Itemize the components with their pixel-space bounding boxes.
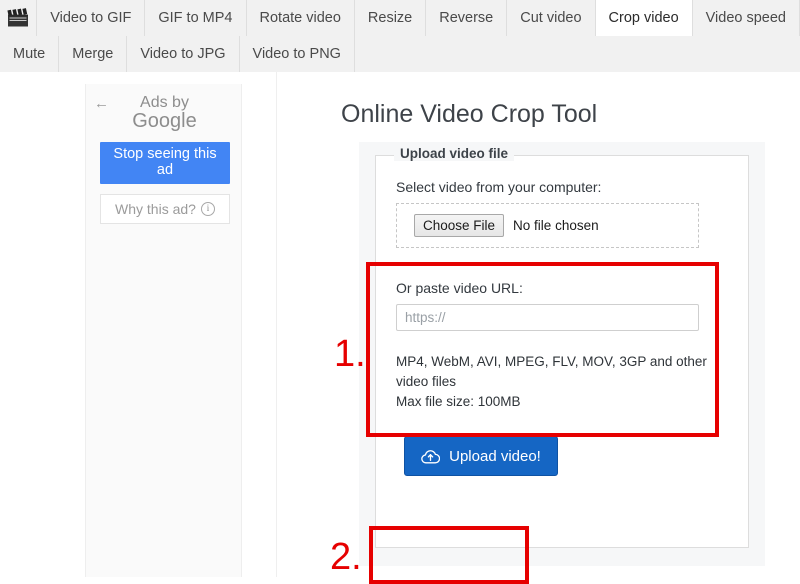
- nav-tab-cut-video[interactable]: Cut video: [507, 0, 596, 36]
- nav-row-secondary: Mute Merge Video to JPG Video to PNG: [0, 36, 800, 72]
- supported-formats-note: MP4, WebM, AVI, MPEG, FLV, MOV, 3GP and …: [396, 352, 736, 412]
- max-file-size-line: Max file size: 100MB: [396, 393, 521, 409]
- nav-tab-label: Resize: [367, 10, 413, 26]
- nav-tab-label: GIF to MP4: [158, 10, 233, 26]
- nav-tab-video-speed[interactable]: Video speed: [692, 0, 800, 36]
- nav-tab-rotate-video[interactable]: Rotate video: [246, 0, 355, 36]
- nav-tab-label: Reverse: [439, 10, 494, 26]
- ads-by-google-label: Ads by Google: [86, 94, 243, 133]
- ads-by-text: Ads by: [140, 94, 189, 111]
- nav-tab-resize[interactable]: Resize: [354, 0, 427, 36]
- nav-tab-label: Video to GIF: [50, 10, 132, 26]
- main-content-column: Online Video Crop Tool Upload video file…: [276, 72, 800, 577]
- upload-video-button-label: Upload video!: [449, 447, 541, 465]
- why-this-ad-label: Why this ad?: [115, 201, 196, 217]
- nav-row-filler: [354, 36, 800, 72]
- nav-tab-mute[interactable]: Mute: [0, 36, 60, 72]
- site-logo[interactable]: [0, 0, 38, 36]
- stop-seeing-this-ad-button[interactable]: Stop seeing this ad: [100, 142, 230, 184]
- nav-row-primary: Video to GIF GIF to MP4 Rotate video Res…: [0, 0, 800, 36]
- nav-tab-gif-to-mp4[interactable]: GIF to MP4: [145, 0, 247, 36]
- paste-url-label: Or paste video URL:: [396, 280, 523, 296]
- upload-video-button[interactable]: Upload video!: [404, 436, 558, 476]
- why-this-ad-button[interactable]: Why this ad? i: [100, 194, 230, 224]
- page-body: ← Ads by Google Stop seeing this ad Why …: [0, 72, 800, 584]
- nav-tab-label: Video to PNG: [252, 46, 341, 62]
- nav-tab-label: Mute: [13, 46, 46, 62]
- nav-tab-video-to-png[interactable]: Video to PNG: [239, 36, 355, 72]
- page-title: Online Video Crop Tool: [341, 100, 598, 128]
- info-icon: i: [200, 202, 215, 216]
- select-video-label: Select video from your computer:: [396, 179, 602, 195]
- clapperboard-icon: [7, 8, 29, 27]
- nav-tab-reverse[interactable]: Reverse: [426, 0, 508, 36]
- nav-tab-video-to-jpg[interactable]: Video to JPG: [127, 36, 240, 72]
- nav-tab-label: Crop video: [608, 10, 679, 26]
- nav-tab-label: Video to JPG: [140, 46, 226, 62]
- google-text: Google: [132, 110, 197, 133]
- nav-tab-label: Cut video: [520, 10, 582, 26]
- google-ad-panel: ← Ads by Google Stop seeing this ad Why …: [85, 84, 242, 577]
- file-status-text: No file chosen: [513, 218, 599, 233]
- nav-tab-merge[interactable]: Merge: [59, 36, 128, 72]
- nav-tab-crop-video[interactable]: Crop video: [595, 0, 693, 36]
- fieldset-legend: Upload video file: [394, 146, 515, 161]
- formats-line: MP4, WebM, AVI, MPEG, FLV, MOV, 3GP and …: [396, 354, 707, 389]
- top-navigation-bar: Video to GIF GIF to MP4 Rotate video Res…: [0, 0, 800, 72]
- file-dropzone[interactable]: Choose File No file chosen: [396, 203, 699, 248]
- choose-file-button[interactable]: Choose File: [414, 213, 505, 238]
- cloud-upload-icon: [421, 449, 441, 463]
- upload-form-panel: Upload video file Select video from your…: [359, 142, 765, 566]
- nav-tab-label: Rotate video: [259, 10, 341, 26]
- nav-tab-label: Video speed: [705, 10, 786, 26]
- nav-tab-label: Merge: [72, 46, 114, 62]
- upload-video-fieldset: Upload video file Select video from your…: [375, 146, 749, 548]
- nav-tab-video-to-gif[interactable]: Video to GIF: [37, 0, 146, 36]
- video-url-input[interactable]: [396, 304, 699, 331]
